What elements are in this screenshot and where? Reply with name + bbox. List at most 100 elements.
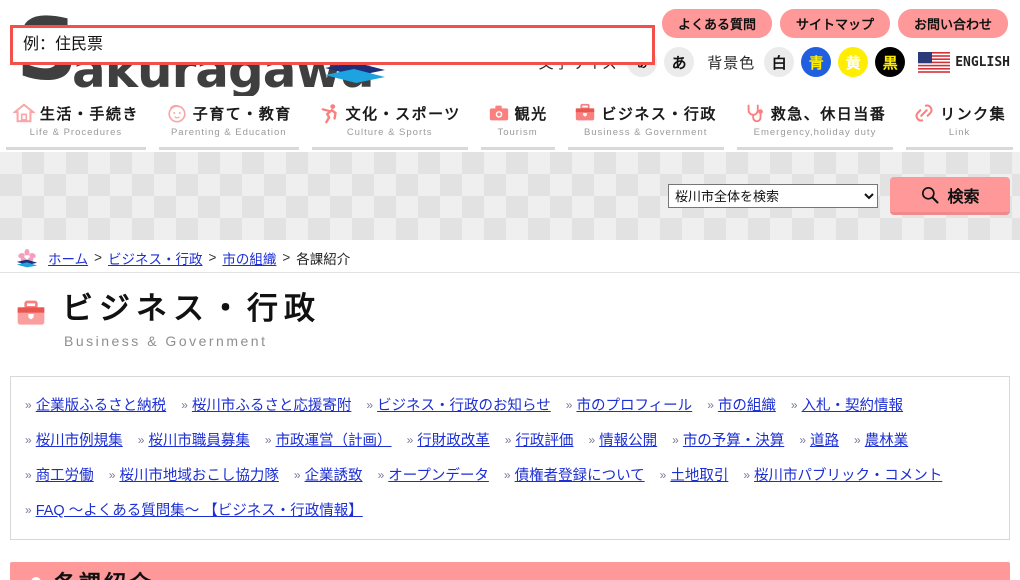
list-item[interactable]: » 市の組織 xyxy=(707,394,776,415)
nav-item-culture[interactable]: 文化・スポーツ Culture & Sports xyxy=(306,96,475,150)
sitemap-button[interactable]: サイトマップ xyxy=(779,9,890,38)
font-size-large-button[interactable]: あ xyxy=(664,47,695,77)
link-label[interactable]: 債権者登録について xyxy=(515,464,645,485)
list-item[interactable]: » オープンデータ xyxy=(378,464,489,485)
link-label[interactable]: 情報公開 xyxy=(599,429,657,450)
link-label[interactable]: 桜川市例規集 xyxy=(36,429,123,450)
link-label[interactable]: 入札・契約情報 xyxy=(802,394,904,415)
link-label[interactable]: 市の予算・決算 xyxy=(683,429,785,450)
list-item[interactable]: » 桜川市例規集 xyxy=(25,429,123,450)
breadcrumb-separator: > xyxy=(282,250,291,265)
nav-item-link-label: リンク集 xyxy=(940,105,1007,123)
bgcolor-yellow-button[interactable]: 黄 xyxy=(838,47,869,77)
breadcrumb-item-home[interactable]: ホーム xyxy=(48,248,88,268)
header-utility-buttons: よくある質問 サイトマップ お問い合わせ xyxy=(661,9,1008,38)
english-language-link[interactable]: ENGLISH xyxy=(918,51,1010,73)
link-label[interactable]: 企業誘致 xyxy=(305,464,363,485)
nav-item-culture-label: 文化・スポーツ xyxy=(345,105,461,123)
search-scope-select[interactable]: 桜川市全体を検索 xyxy=(668,184,878,208)
nav-item-emergency[interactable]: 救急、休日当番 Emergency,holiday duty xyxy=(731,96,901,150)
category-link-box: » 企業版ふるさと納税 » 桜川市ふるさと応援寄附 » ビジネス・行政のお知らせ » 市… xyxy=(10,376,1010,540)
list-item[interactable]: » 道路 xyxy=(799,429,839,450)
nav-item-life-top: 生活・手続き xyxy=(12,102,139,124)
faq-button[interactable]: よくある質問 xyxy=(661,9,772,38)
bullet-icon xyxy=(31,577,41,580)
list-item[interactable]: » 農林業 xyxy=(854,429,908,450)
list-item[interactable]: » 行政評価 xyxy=(505,429,574,450)
page-root: S さくらがわ public relations akuragawa よくある質… xyxy=(0,0,1020,580)
camera-icon xyxy=(489,105,508,121)
chevron-right-icon: » xyxy=(672,432,679,447)
nav-item-business[interactable]: ビジネス・行政 Business & Government xyxy=(562,96,731,150)
list-item[interactable]: » 企業誘致 xyxy=(294,464,363,485)
chevron-right-icon: » xyxy=(181,397,188,412)
link-label[interactable]: 市政運営（計画） xyxy=(276,429,392,450)
list-item[interactable]: » 入札・契約情報 xyxy=(791,394,903,415)
link-row: » 商工労働 » 桜川市地域おこし協力隊 » 企業誘致 » オープンデータ » 債権者登録… xyxy=(25,457,995,492)
background-color-label: 背景色 xyxy=(707,54,756,72)
section-header-title: 各課紹介 xyxy=(54,566,154,580)
bgcolor-white-button[interactable]: 白 xyxy=(764,47,795,77)
list-item[interactable]: » 市政運営（計画） xyxy=(265,429,392,450)
page-title-ja: ビジネス・行政 xyxy=(62,291,321,326)
list-item[interactable]: » 桜川市パブリック・コメント xyxy=(743,464,942,485)
list-item[interactable]: » ビジネス・行政のお知らせ xyxy=(366,394,550,415)
chevron-right-icon: » xyxy=(25,432,32,447)
list-item[interactable]: » 市のプロフィール xyxy=(566,394,692,415)
link-label[interactable]: 企業版ふるさと納税 xyxy=(36,394,167,415)
link-label[interactable]: 桜川市地域おこし協力隊 xyxy=(119,464,279,485)
section-header-departments: 各課紹介 xyxy=(10,562,1010,580)
link-label[interactable]: 商工労働 xyxy=(36,464,94,485)
link-label[interactable]: FAQ ～よくある質問集～ 【ビジネス・行政情報】 xyxy=(36,499,363,520)
breadcrumb-separator: > xyxy=(94,250,102,265)
list-item[interactable]: » 市の予算・決算 xyxy=(672,429,784,450)
bgcolor-black-button[interactable]: 黒 xyxy=(875,47,906,77)
list-item[interactable]: » 行財政改革 xyxy=(407,429,490,450)
link-label[interactable]: 市のプロフィール xyxy=(576,394,692,415)
link-label[interactable]: ビジネス・行政のお知らせ xyxy=(377,394,551,415)
nav-item-link[interactable]: リンク集 Link xyxy=(900,96,1020,150)
list-item[interactable]: » 情報公開 xyxy=(588,429,657,450)
baby-face-icon xyxy=(168,104,186,123)
contact-button[interactable]: お問い合わせ xyxy=(897,9,1008,38)
nav-item-link-sublabel: Link xyxy=(948,127,971,138)
list-item[interactable]: » 商工労働 xyxy=(25,464,94,485)
search-button[interactable]: 検索 xyxy=(890,177,1010,215)
house-icon xyxy=(12,103,35,123)
link-label[interactable]: 農林業 xyxy=(865,429,909,450)
link-label[interactable]: オープンデータ xyxy=(388,464,489,485)
nav-item-culture-top: 文化・スポーツ xyxy=(319,102,461,124)
list-item[interactable]: » FAQ ～よくある質問集～ 【ビジネス・行政情報】 xyxy=(25,499,363,520)
link-label[interactable]: 市の組織 xyxy=(718,394,776,415)
english-label: ENGLISH xyxy=(955,54,1010,70)
chevron-right-icon: » xyxy=(854,432,861,447)
us-flag-icon xyxy=(918,51,951,73)
list-item[interactable]: » 桜川市地域おこし協力隊 xyxy=(109,464,279,485)
breadcrumb-item-business[interactable]: ビジネス・行政 xyxy=(108,248,203,268)
list-item[interactable]: » 土地取引 xyxy=(660,464,729,485)
list-item[interactable]: » 桜川市職員募集 xyxy=(138,429,250,450)
nav-item-tourism[interactable]: 観光 Tourism xyxy=(475,96,562,150)
list-item[interactable]: » 債権者登録について xyxy=(504,464,645,485)
list-item[interactable]: » 桜川市ふるさと応援寄附 xyxy=(181,394,351,415)
chevron-right-icon: » xyxy=(659,467,667,482)
link-label[interactable]: 道路 xyxy=(810,429,839,450)
link-row: » 企業版ふるさと納税 » 桜川市ふるさと応援寄附 » ビジネス・行政のお知らせ » 市… xyxy=(25,387,995,422)
nav-item-life[interactable]: 生活・手続き Life & Procedures xyxy=(0,96,153,150)
link-label[interactable]: 行政評価 xyxy=(515,429,573,450)
link-label[interactable]: 桜川市ふるさと応援寄附 xyxy=(192,394,352,415)
nav-item-business-label: ビジネス・行政 xyxy=(601,105,717,123)
breadcrumb-item-organization[interactable]: 市の組織 xyxy=(222,248,276,268)
link-label[interactable]: 桜川市職員募集 xyxy=(148,429,250,450)
chevron-right-icon: » xyxy=(25,502,32,517)
search-input[interactable] xyxy=(10,25,655,65)
link-label[interactable]: 桜川市パブリック・コメント xyxy=(754,464,942,485)
link-label[interactable]: 行財政改革 xyxy=(417,429,490,450)
nav-item-tourism-top: 観光 xyxy=(488,102,548,124)
list-item[interactable]: » 企業版ふるさと納税 xyxy=(25,394,166,415)
link-label[interactable]: 土地取引 xyxy=(670,464,728,485)
bgcolor-blue-button[interactable]: 青 xyxy=(801,47,832,77)
nav-item-tourism-sublabel: Tourism xyxy=(497,127,538,138)
nav-item-parenting[interactable]: 子育て・教育 Parenting & Education xyxy=(153,96,306,150)
chevron-right-icon: » xyxy=(366,397,374,412)
